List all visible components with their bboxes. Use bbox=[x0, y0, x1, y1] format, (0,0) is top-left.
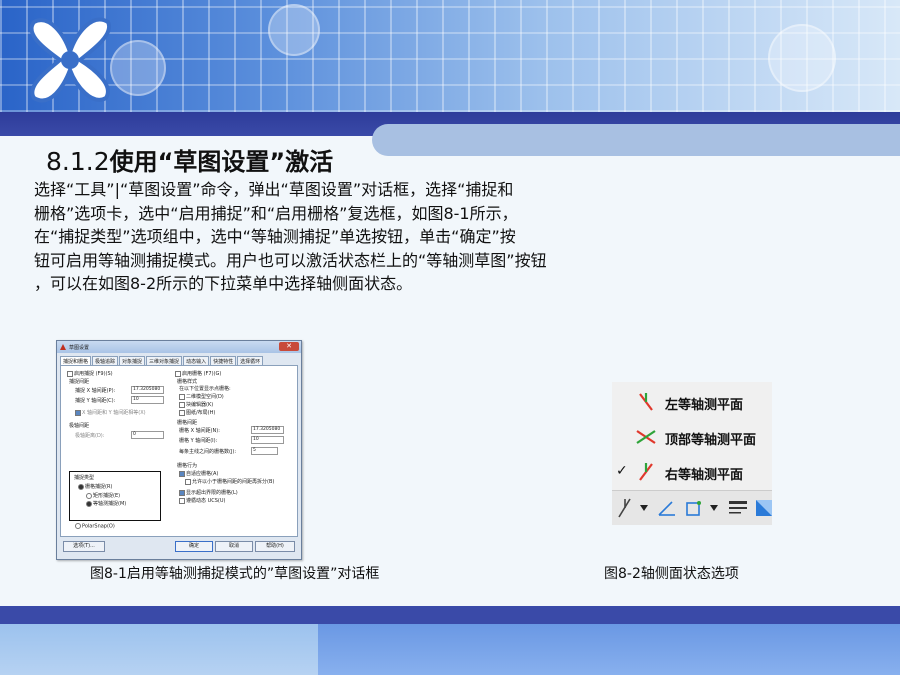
dialog-titlebar: 草图设置 bbox=[57, 341, 301, 353]
polar-distance-label: 极轴距离(D): bbox=[75, 433, 105, 439]
help-button[interactable]: 帮助(H) bbox=[255, 541, 295, 552]
grid-2d-checkbox[interactable]: 二维模型空间(D) bbox=[179, 393, 224, 400]
right-isoplane-icon bbox=[639, 463, 653, 481]
grid-style-desc: 在以下位置显示点栅格: bbox=[179, 386, 231, 392]
snap-x-label: 捕捉 X 轴间距(P): bbox=[75, 388, 116, 394]
figure-caption-1: 图8-1启用等轴测捕捉模式的”草图设置”对话框 bbox=[90, 566, 380, 582]
chevron-down-icon[interactable] bbox=[640, 505, 648, 511]
body-line: 在“捕捉类型”选项组中，选中“等轴测捕捉”单选按钮，单击“确定”按 bbox=[34, 227, 516, 246]
logo-x-icon bbox=[29, 17, 112, 103]
isodraft-icon[interactable] bbox=[616, 497, 634, 519]
follow-ucs-checkbox[interactable]: 遵循动态 UCS(U) bbox=[179, 497, 225, 504]
section-number: 8.1.2 bbox=[46, 147, 110, 176]
equal-xy-checkbox[interactable]: X 轴间距和 Y 轴间距相等(X) bbox=[75, 409, 146, 416]
menu-item-right-isoplane[interactable]: ✓ 右等轴测平面 bbox=[612, 454, 772, 488]
iso-snap-radio[interactable]: 等轴测捕捉(M) bbox=[86, 500, 126, 507]
status-bar-toolbar bbox=[612, 490, 772, 525]
dialog-title: 草图设置 bbox=[69, 344, 90, 351]
dynamic-ucs-icon[interactable] bbox=[656, 497, 678, 519]
grid-sheet-checkbox[interactable]: 图纸/布局(H) bbox=[179, 409, 215, 416]
footer-left-panel bbox=[0, 624, 318, 675]
subdivide-checkbox[interactable]: 允许以小于栅格间距的间距再拆分(B) bbox=[185, 478, 274, 485]
major-line-label: 每条主线之间的栅格数(J): bbox=[179, 449, 237, 455]
left-isoplane-icon bbox=[639, 393, 653, 411]
footer-band bbox=[0, 606, 900, 624]
slide-body-text: 选择“工具”|“草图设置”命令，弹出“草图设置”对话框，选择“捕捉和 栅格”选项… bbox=[34, 178, 664, 296]
header-accent-band bbox=[372, 124, 900, 156]
grid-y-label: 栅格 Y 轴间距(I): bbox=[179, 438, 218, 444]
dialog-panel: 启用捕捉 (F9)(S) 捕捉间距 捕捉 X 轴间距(P): 17.320508… bbox=[60, 365, 298, 537]
top-isoplane-icon bbox=[636, 430, 656, 444]
grid-block-checkbox[interactable]: 块编辑器(K) bbox=[179, 401, 213, 408]
grid-y-input[interactable]: 10 bbox=[251, 436, 284, 444]
grid-x-label: 栅格 X 轴间距(N): bbox=[179, 428, 220, 434]
snap-on-checkbox[interactable]: 启用捕捉 (F9)(S) bbox=[67, 370, 113, 377]
grid-x-input[interactable]: 17.3205080 bbox=[251, 426, 284, 434]
decorative-bubble bbox=[768, 24, 836, 92]
object-snap-icon[interactable] bbox=[684, 498, 704, 518]
figure-caption-2: 图8-2轴侧面状态选项 bbox=[604, 566, 739, 582]
body-line: 栅格”选项卡，选中“启用捕捉”和“启用栅格”复选框，如图8-1所示， bbox=[34, 203, 518, 223]
isoplane-menu: 左等轴测平面 顶部等轴测平面 ✓ 右等轴测平面 bbox=[612, 382, 772, 490]
polar-distance-input[interactable]: 0 bbox=[131, 431, 164, 439]
adaptive-grid-checkbox[interactable]: 自适应栅格(A) bbox=[179, 470, 218, 477]
menu-item-top-isoplane[interactable]: 顶部等轴测平面 bbox=[612, 419, 772, 453]
major-line-input[interactable]: 5 bbox=[251, 447, 278, 455]
polar-snap-radio[interactable]: PolarSnap(O) bbox=[75, 523, 115, 530]
body-line: 选择“工具”|“草图设置”命令，弹出“草图设置”对话框，选择“捕捉和 bbox=[34, 180, 514, 199]
lineweight-icon[interactable] bbox=[728, 500, 748, 516]
chevron-down-icon[interactable] bbox=[710, 505, 718, 511]
transparency-icon[interactable] bbox=[756, 500, 772, 516]
app-logo-icon bbox=[60, 344, 66, 350]
grid-on-checkbox[interactable]: 启用栅格 (F7)(G) bbox=[175, 370, 221, 377]
grid-snap-radio[interactable]: 栅格捕捉(R) bbox=[78, 483, 112, 490]
grid-spacing-label: 栅格间距 bbox=[177, 420, 198, 426]
grid-style-label: 栅格样式 bbox=[177, 379, 198, 385]
snap-type-label: 捕捉类型 bbox=[74, 475, 95, 481]
cancel-button[interactable]: 取消 bbox=[215, 541, 253, 552]
snap-x-input[interactable]: 17.3205080 bbox=[131, 386, 164, 394]
beyond-limits-checkbox[interactable]: 显示超出界限的栅格(L) bbox=[179, 489, 238, 496]
rect-snap-radio[interactable]: 矩形捕捉(E) bbox=[86, 492, 120, 499]
snap-type-group: 捕捉类型 栅格捕捉(R) 矩形捕捉(E) 等轴测捕捉(M) bbox=[69, 471, 161, 521]
grid-behavior-label: 栅格行为 bbox=[177, 463, 198, 469]
snap-spacing-label: 捕捉间距 bbox=[69, 379, 90, 385]
slide-title: 8.1.2使用“草图设置”激活 bbox=[46, 142, 333, 177]
menu-item-left-isoplane[interactable]: 左等轴测平面 bbox=[612, 384, 772, 418]
body-line: ，可以在如图8-2所示的下拉菜单中选择轴侧面状态。 bbox=[34, 274, 413, 293]
menu-item-label: 左等轴测平面 bbox=[665, 398, 744, 413]
menu-item-label: 顶部等轴测平面 bbox=[665, 433, 757, 448]
snap-y-label: 捕捉 Y 轴间距(C): bbox=[75, 398, 116, 404]
ok-button[interactable]: 确定 bbox=[175, 541, 213, 552]
options-button[interactable]: 选项(T)... bbox=[63, 541, 105, 552]
polar-spacing-label: 极轴间距 bbox=[69, 423, 90, 429]
body-line: 钮可启用等轴测捕捉模式。用户也可以激活状态栏上的“等轴测草图”按钮 bbox=[34, 250, 547, 270]
check-icon: ✓ bbox=[616, 463, 628, 479]
section-heading: 使用“草图设置”激活 bbox=[109, 148, 334, 176]
header-banner bbox=[0, 0, 900, 112]
drafting-settings-dialog: 草图设置 ✕ 捕捉和栅格 极轴追踪 对象捕捉 三维对象捕捉 动态输入 快捷特性 … bbox=[56, 340, 302, 560]
decorative-bubble bbox=[268, 4, 320, 56]
snap-y-input[interactable]: 10 bbox=[131, 396, 164, 404]
footer-right-panel bbox=[318, 624, 900, 675]
menu-item-label: 右等轴测平面 bbox=[665, 468, 744, 483]
close-icon[interactable]: ✕ bbox=[279, 342, 299, 351]
